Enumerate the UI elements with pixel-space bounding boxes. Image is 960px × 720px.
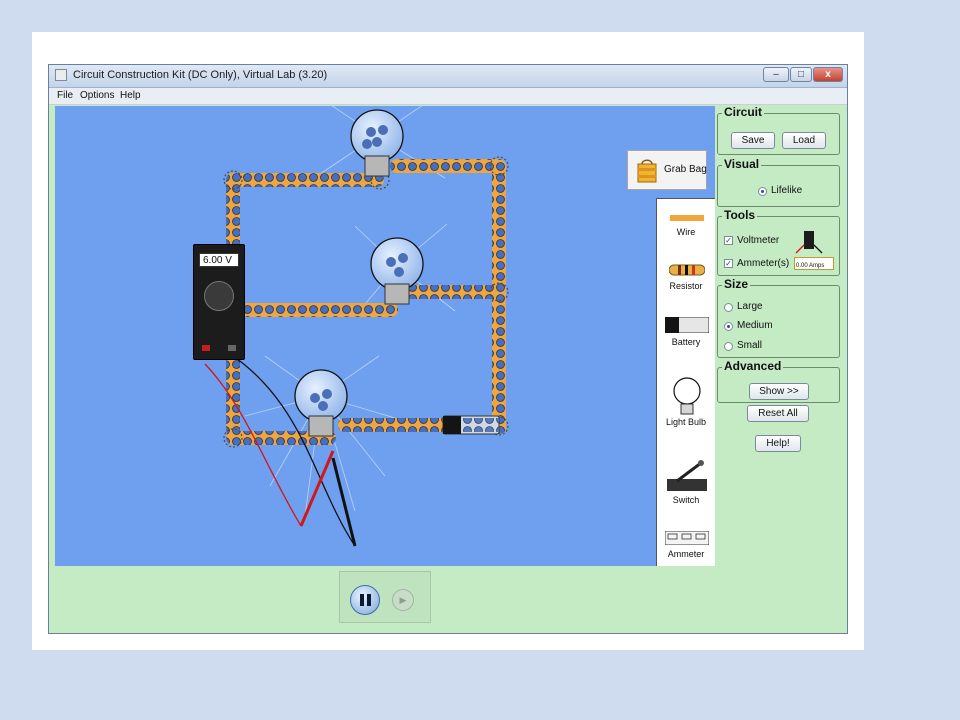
menu-help[interactable]: Help (120, 90, 141, 101)
playback-controls: ▶ (339, 571, 431, 623)
app-icon (55, 69, 67, 81)
grab-bag-label: Grab Bag (664, 164, 707, 175)
ammeter-label[interactable]: Ammeter(s) (737, 258, 789, 269)
voltmeter-display: 6.00 V (199, 253, 239, 267)
app-window: Circuit Construction Kit (DC Only), Virt… (48, 64, 848, 634)
step-icon: ▶ (399, 595, 407, 605)
ammeter-icon[interactable] (665, 531, 709, 545)
size-large-label[interactable]: Large (737, 301, 763, 312)
step-button[interactable]: ▶ (392, 589, 414, 611)
help-button[interactable]: Help! (755, 435, 801, 452)
toolbox-switch-label[interactable]: Switch (657, 495, 715, 505)
menu-options[interactable]: Options (80, 90, 114, 101)
light-bulb-icon[interactable] (671, 377, 703, 417)
minimize-button[interactable]: – (763, 67, 789, 82)
maximize-button[interactable]: □ (790, 67, 812, 82)
size-panel: Size Large Medium Small (717, 277, 840, 358)
lifelike-label[interactable]: Lifelike (771, 185, 802, 196)
title-bar[interactable]: Circuit Construction Kit (DC Only), Virt… (49, 65, 847, 88)
circuit-panel-title: Circuit (722, 105, 765, 119)
size-panel-title: Size (722, 277, 751, 291)
advanced-panel: Advanced Show >> (717, 359, 840, 403)
pause-icon (360, 594, 364, 606)
voltmeter-tool-icon (795, 231, 823, 254)
size-medium-radio[interactable] (724, 322, 733, 331)
tools-panel: Tools ✓ Voltmeter ✓ Ammeter(s) 0.00 Amps (717, 208, 840, 276)
junctions[interactable] (223, 156, 509, 448)
visual-panel-title: Visual (722, 157, 762, 171)
voltmeter-label[interactable]: Voltmeter (737, 235, 779, 246)
toolbox-battery-label[interactable]: Battery (657, 337, 715, 347)
advanced-panel-title: Advanced (722, 359, 784, 373)
ammeter-tool-icon: 0.00 Amps (794, 257, 834, 270)
window-title: Circuit Construction Kit (DC Only), Virt… (73, 69, 328, 81)
pause-icon-bar (367, 594, 371, 606)
voltmeter-dial (204, 281, 234, 311)
battery-icon[interactable] (665, 317, 709, 333)
voltmeter-checkbox[interactable]: ✓ (724, 236, 733, 245)
close-button[interactable]: x (813, 67, 843, 82)
size-small-radio[interactable] (724, 342, 733, 351)
voltmeter-black-port (228, 345, 236, 351)
voltmeter[interactable]: 6.00 V (193, 244, 245, 360)
wire-icon[interactable] (670, 215, 704, 221)
toolbox-resistor-label[interactable]: Resistor (657, 281, 715, 291)
component-toolbox: Wire Resistor Battery Light Bulb Switch … (656, 198, 715, 566)
load-button[interactable]: Load (782, 132, 826, 149)
grab-bag-button[interactable]: Grab Bag (627, 150, 707, 190)
switch-icon[interactable] (667, 459, 707, 493)
resistor-icon[interactable] (669, 263, 705, 277)
toolbox-wire-label[interactable]: Wire (657, 227, 715, 237)
wires[interactable] (226, 159, 506, 445)
toolbox-ammeter-label[interactable]: Ammeter (657, 549, 715, 559)
circuit-panel: Circuit Save Load (717, 105, 840, 155)
reset-all-button[interactable]: Reset All (747, 405, 809, 422)
lifelike-radio[interactable] (758, 187, 767, 196)
toolbox-light-bulb-label[interactable]: Light Bulb (657, 417, 715, 427)
voltmeter-red-port (202, 345, 210, 351)
circuit-canvas[interactable]: 6.00 V Grab Bag Wire Resistor Battery Li… (55, 106, 715, 566)
pause-button[interactable] (350, 585, 380, 615)
save-button[interactable]: Save (731, 132, 775, 149)
size-medium-label[interactable]: Medium (737, 320, 773, 331)
menu-file[interactable]: File (57, 90, 73, 101)
ammeter-checkbox[interactable]: ✓ (724, 259, 733, 268)
tools-panel-title: Tools (722, 208, 758, 222)
shopping-bag-icon (637, 159, 657, 183)
visual-panel: Visual Lifelike (717, 157, 840, 207)
size-large-radio[interactable] (724, 303, 733, 312)
show-advanced-button[interactable]: Show >> (749, 383, 809, 400)
menu-bar: File Options Help (49, 88, 847, 105)
battery[interactable] (442, 415, 500, 435)
size-small-label[interactable]: Small (737, 340, 762, 351)
circuit-drawing (204, 106, 509, 547)
